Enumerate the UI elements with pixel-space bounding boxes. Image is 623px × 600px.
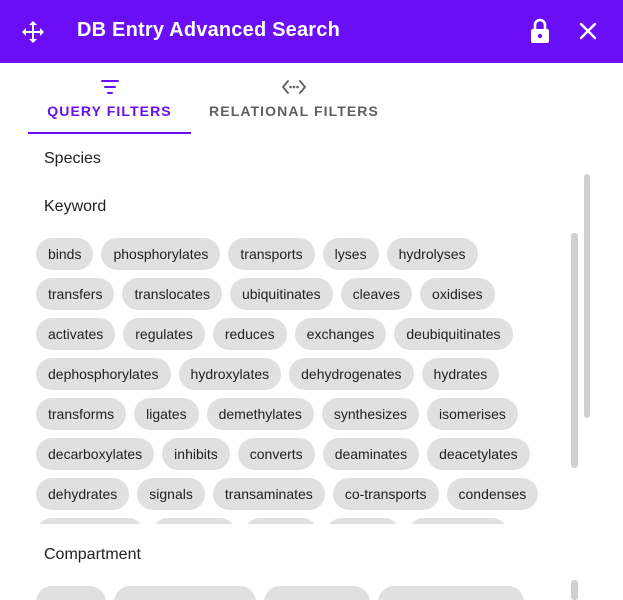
compartment-chip[interactable] bbox=[36, 586, 106, 600]
keyword-chip[interactable]: deubiquitinates bbox=[394, 318, 513, 350]
keyword-chip[interactable] bbox=[326, 518, 400, 524]
chip-row: binds phosphorylates transports lyses hydrol… bbox=[36, 238, 568, 270]
chip-row: transforms ligates demethylates synthesizes… bbox=[36, 398, 568, 430]
filter-icon bbox=[100, 80, 119, 94]
chip-row bbox=[36, 518, 568, 524]
keyword-chip[interactable]: ligates bbox=[134, 398, 199, 430]
keyword-chip[interactable]: phosphorylates bbox=[101, 238, 221, 270]
keyword-chip[interactable]: deacetylates bbox=[427, 438, 530, 470]
keyword-chip[interactable]: transforms bbox=[36, 398, 127, 430]
keyword-chip[interactable]: ubiquitinates bbox=[229, 278, 333, 310]
keyword-chip[interactable] bbox=[152, 518, 236, 524]
chip-row: dehydrates signals transaminates co-transpo… bbox=[36, 478, 568, 510]
compartment-chip[interactable] bbox=[264, 586, 370, 600]
keyword-chip[interactable]: transfers bbox=[36, 278, 115, 310]
keyword-chip[interactable]: demethylates bbox=[206, 398, 314, 430]
keyword-chip[interactable]: inhibits bbox=[162, 438, 230, 470]
keyword-chip[interactable]: dephosphorylates bbox=[36, 358, 171, 390]
chip-row: transfers translocates ubiquitinates cleave… bbox=[36, 278, 568, 310]
keyword-chip[interactable]: deaminates bbox=[322, 438, 420, 470]
keyword-chip[interactable]: decarboxylates bbox=[36, 438, 155, 470]
tab-relational-filters[interactable]: RELATIONAL FILTERS bbox=[198, 63, 390, 135]
tab-query-filters[interactable]: QUERY FILTERS bbox=[28, 63, 191, 135]
panel-scrollbar[interactable] bbox=[584, 174, 590, 418]
tab-relational-filters-label: RELATIONAL FILTERS bbox=[209, 103, 379, 119]
keyword-chip[interactable]: exchanges bbox=[294, 318, 387, 350]
keyword-chip[interactable]: transaminates bbox=[212, 478, 325, 510]
keyword-chip[interactable]: transports bbox=[228, 238, 315, 270]
code-dots-icon bbox=[282, 80, 306, 94]
keyword-chip[interactable]: dehydrates bbox=[36, 478, 130, 510]
keyword-chip[interactable]: activates bbox=[36, 318, 116, 350]
keyword-chip-list: binds phosphorylates transports lyses hydrol… bbox=[36, 238, 568, 524]
keyword-chip[interactable]: hydrolyses bbox=[386, 238, 478, 270]
compartment-label[interactable]: Compartment bbox=[44, 546, 141, 564]
move-icon[interactable] bbox=[21, 20, 45, 44]
keyword-chip[interactable]: dehydrogenates bbox=[289, 358, 414, 390]
keyword-chip[interactable]: reduces bbox=[212, 318, 287, 350]
keyword-chip[interactable]: translocates bbox=[122, 278, 222, 310]
chip-row: decarboxylates inhibits converts deaminates… bbox=[36, 438, 568, 470]
chip-row: activates regulates reduces exchanges deubiq… bbox=[36, 318, 568, 350]
lock-icon[interactable] bbox=[529, 18, 551, 44]
keyword-chip[interactable] bbox=[244, 518, 318, 524]
keyword-chip[interactable]: lyses bbox=[322, 238, 379, 270]
compartment-chip[interactable] bbox=[114, 586, 256, 600]
compartment-chip-list bbox=[36, 586, 568, 600]
chip-row: dephosphorylates hydroxylates dehydrogenat… bbox=[36, 358, 568, 390]
dialog-title: DB Entry Advanced Search bbox=[77, 19, 341, 41]
keyword-chip[interactable]: signals bbox=[137, 478, 205, 510]
compartment-chip[interactable] bbox=[378, 586, 524, 600]
keyword-chip[interactable]: synthesizes bbox=[321, 398, 420, 430]
dialog-header: DB Entry Advanced Search bbox=[0, 0, 623, 63]
compartment-scrollbar[interactable] bbox=[571, 580, 578, 600]
keyword-chip[interactable]: converts bbox=[237, 438, 315, 470]
keyword-chip[interactable]: co-transports bbox=[332, 478, 439, 510]
keyword-chip[interactable]: hydroxylates bbox=[178, 358, 282, 390]
keyword-chip[interactable]: isomerises bbox=[427, 398, 518, 430]
keyword-label[interactable]: Keyword bbox=[44, 198, 106, 216]
keyword-chip[interactable]: condenses bbox=[446, 478, 539, 510]
tab-query-filters-label: QUERY FILTERS bbox=[47, 103, 172, 119]
keyword-scrollbar[interactable] bbox=[571, 233, 578, 468]
keyword-chip[interactable]: hydrates bbox=[421, 358, 500, 390]
keyword-chip[interactable]: regulates bbox=[123, 318, 205, 350]
keyword-chip[interactable]: oxidises bbox=[420, 278, 495, 310]
species-label[interactable]: Species bbox=[44, 150, 101, 168]
tab-bar: QUERY FILTERS RELATIONAL FILTERS bbox=[28, 63, 588, 135]
active-tab-indicator bbox=[28, 132, 191, 134]
keyword-chip[interactable]: cleaves bbox=[340, 278, 413, 310]
keyword-chip[interactable] bbox=[408, 518, 508, 524]
chip-row bbox=[36, 586, 568, 600]
keyword-chip[interactable] bbox=[36, 518, 144, 524]
close-icon[interactable] bbox=[578, 21, 598, 41]
keyword-chip[interactable]: binds bbox=[36, 238, 94, 270]
